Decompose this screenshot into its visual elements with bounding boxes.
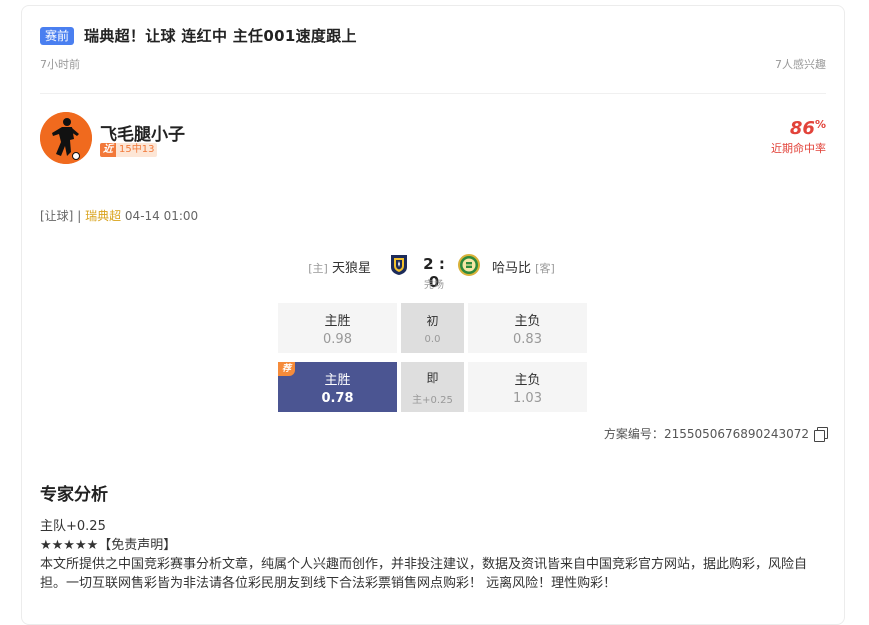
footballer-avatar-icon: [40, 112, 92, 164]
match-status: 完场: [424, 280, 444, 291]
odds-value: 0.78: [321, 390, 354, 406]
hit-rate-value: 86: [789, 118, 815, 139]
analysis-disclaimer-text: 本文所提供之中国竞彩赛事分析文章，纯属个人兴趣而创作，并非投注建议，数据及资讯皆…: [40, 557, 808, 591]
recommend-badge: 荐: [278, 362, 296, 376]
initial-away-odds[interactable]: 主负 0.83: [468, 303, 587, 353]
odds-label: 主胜: [324, 372, 351, 388]
status-tag: 赛前: [40, 26, 75, 45]
divider: [40, 93, 826, 94]
sirius-logo-icon: [391, 255, 407, 275]
match-datetime: 04-14 01:00: [124, 209, 199, 223]
live-away-odds[interactable]: 主负 1.03: [468, 362, 587, 412]
away-team-name: 哈马比: [492, 261, 532, 276]
live-home-odds[interactable]: 荐 主胜 0.78: [278, 362, 397, 412]
post-card: 赛前 瑞典超！让球 连红中 主任001速度跟上 7小时前 7人感兴趣 飞毛腿小子…: [21, 5, 845, 625]
league-name[interactable]: 瑞典超: [85, 209, 121, 223]
initial-odds-row: 主胜 0.98 初 0.0 主负 0.83: [278, 303, 589, 353]
interest-count: 7人感兴趣: [775, 58, 826, 71]
handicap-value: 0.0: [424, 333, 441, 345]
home-team[interactable]: [主] 天狼星: [308, 257, 371, 276]
separator: |: [77, 209, 82, 223]
initial-home-odds[interactable]: 主胜 0.98: [278, 303, 397, 353]
match-info: [让球] | 瑞典超 04-14 01:00: [40, 207, 198, 224]
hit-rate-label: 近期命中率: [771, 142, 826, 155]
post-title[interactable]: 瑞典超！让球 连红中 主任001速度跟上: [84, 25, 357, 46]
plan-number-label: 方案编号：: [603, 427, 664, 441]
streak-badge: 近 15中13: [100, 143, 158, 157]
home-team-name: 天狼星: [331, 261, 371, 276]
avatar[interactable]: [40, 112, 92, 164]
analysis-body: 主队+0.25 ★★★★★【免责声明】 本文所提供之中国竞彩赛事分析文章，纯属个…: [40, 517, 830, 593]
streak-record: 15中13: [116, 143, 158, 157]
handicap-value: 主+0.25: [412, 394, 453, 406]
odds-label: 主负: [514, 313, 541, 329]
handicap-label: 初: [426, 313, 439, 328]
away-team[interactable]: 哈马比 [客]: [492, 257, 555, 276]
odds-label: 主胜: [324, 313, 351, 329]
post-time: 7小时前: [40, 58, 80, 71]
odds-value: 0.98: [323, 331, 352, 347]
post-header: 赛前 瑞典超！让球 连红中 主任001速度跟上: [40, 25, 357, 46]
odds-label: 主负: [514, 372, 541, 388]
away-role: [客]: [535, 262, 555, 275]
plan-number-value: 2155050676890243072: [663, 426, 809, 441]
hammarby-logo-icon: [458, 254, 480, 276]
copy-icon[interactable]: [814, 427, 828, 442]
initial-handicap: 初 0.0: [401, 303, 464, 353]
match-teams: [主] 天狼星 2 : 0 完场 哈马比 [客]: [22, 250, 844, 291]
plan-number: 方案编号： 2155050676890243072: [603, 425, 828, 442]
odds-value: 0.83: [513, 331, 542, 347]
live-handicap: 即 主+0.25: [401, 362, 464, 412]
odds-value: 1.03: [513, 390, 542, 406]
home-role: [主]: [308, 262, 328, 275]
handicap-label: 即: [426, 370, 439, 385]
hit-rate: 86% 近期命中率: [771, 118, 826, 156]
expert-name[interactable]: 飞毛腿小子: [100, 120, 185, 145]
analysis-title: 专家分析: [40, 485, 108, 505]
bet-type: [让球]: [40, 209, 74, 223]
hit-rate-unit: %: [814, 118, 826, 131]
live-odds-row: 荐 主胜 0.78 即 主+0.25 主负 1.03: [278, 362, 589, 412]
analysis-disclaimer-heading: ★★★★★【免责声明】: [40, 538, 177, 553]
streak-tag: 近: [100, 143, 116, 157]
analysis-pick: 主队+0.25: [40, 519, 106, 534]
